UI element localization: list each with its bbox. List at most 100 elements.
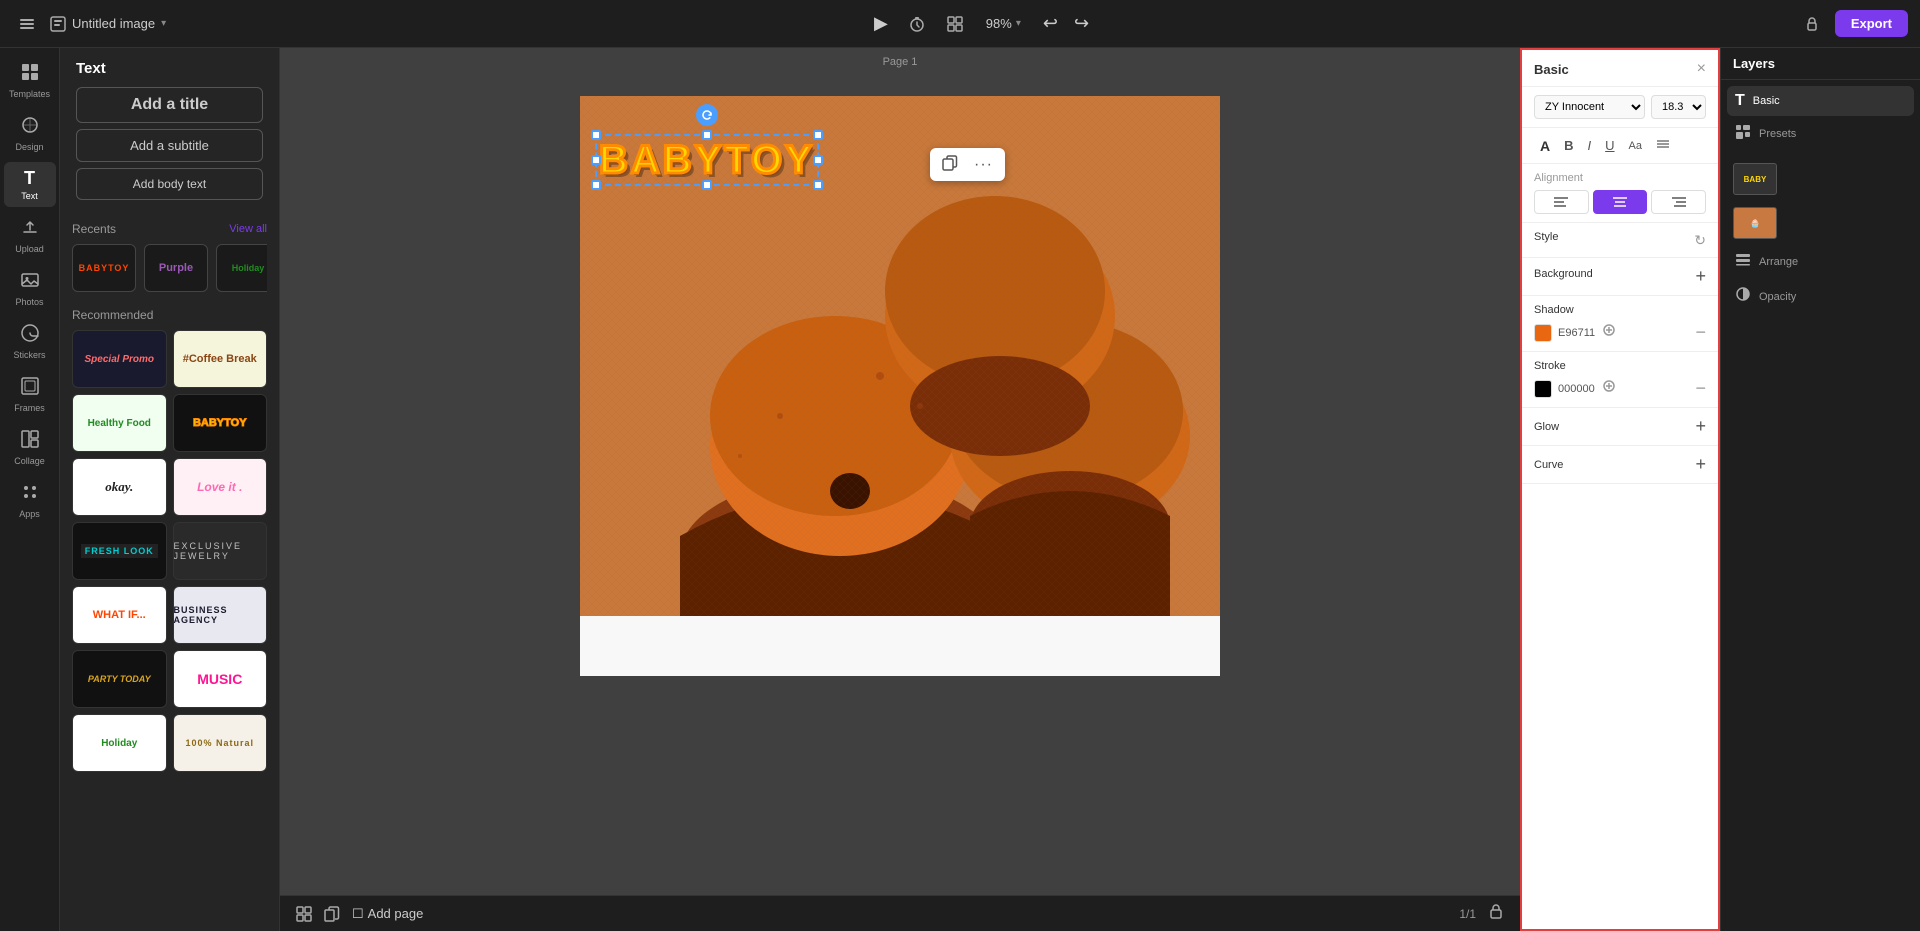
sidebar-item-frames[interactable]: Frames (4, 370, 56, 419)
handle-bottom-left[interactable] (591, 180, 601, 190)
text-element-babytoy[interactable]: BABYTOY (595, 134, 819, 186)
timer-button[interactable] (902, 11, 932, 37)
rec-item-business-agency[interactable]: BUSINESS AGENCY (173, 586, 268, 644)
align-center-button[interactable] (1593, 190, 1648, 214)
font-dropdown[interactable]: ZY Innocent (1534, 95, 1645, 119)
rec-item-music[interactable]: MUSIC (173, 650, 268, 708)
handle-left-mid[interactable] (591, 155, 601, 165)
lock-canvas-button[interactable] (1488, 903, 1504, 924)
layer-item-image[interactable]: 🧁 (1727, 203, 1914, 243)
recent-item-holiday[interactable]: Holiday (216, 244, 267, 292)
format-italic-button[interactable]: I (1582, 134, 1598, 157)
rec-item-holiday2[interactable]: Holiday (72, 714, 167, 772)
layers-tab-arrange[interactable]: Arrange (1727, 245, 1914, 278)
layer-item-text[interactable]: BABY (1727, 159, 1914, 199)
layers-tab-basic[interactable]: T Basic (1727, 86, 1914, 116)
rec-item-natural[interactable]: 100% Natural (173, 714, 268, 772)
rec-item-babytoy2[interactable]: BABYTOY (173, 394, 268, 452)
sidebar-item-design[interactable]: Design (4, 109, 56, 158)
recent-item-babytoy[interactable]: BABYTOY (72, 244, 136, 292)
curve-label: Curve (1534, 459, 1563, 471)
rec-item-what-if[interactable]: WHAT IF... (72, 586, 167, 644)
handle-top-mid[interactable] (702, 130, 712, 140)
apps-icon (20, 482, 40, 507)
duplicate-page-button[interactable] (324, 906, 340, 922)
rec-item-special-promo[interactable]: Special Promo (72, 330, 167, 388)
basic-panel-header: Basic × (1522, 50, 1718, 87)
font-size-dropdown[interactable]: 18.36 (1651, 95, 1706, 119)
background-add-button[interactable]: + (1695, 266, 1706, 287)
stroke-remove-button[interactable]: − (1695, 378, 1706, 399)
sidebar-item-upload[interactable]: Upload (4, 211, 56, 260)
rec-item-exclusive-jewelry[interactable]: Exclusive Jewelry (173, 522, 268, 580)
curve-add-button[interactable]: + (1695, 454, 1706, 475)
handle-top-left[interactable] (591, 130, 601, 140)
menu-button[interactable] (12, 11, 42, 37)
undo-button[interactable]: ↩ (1037, 9, 1064, 38)
more-options-button[interactable]: ··· (968, 152, 999, 177)
format-underline-button[interactable]: U (1599, 134, 1620, 157)
duplicate-element-button[interactable] (936, 152, 964, 177)
view-options-button[interactable] (940, 11, 970, 37)
format-color-button[interactable]: A (1534, 134, 1556, 157)
share-lock-button[interactable] (1797, 11, 1827, 37)
sidebar-item-text-label: Text (21, 191, 38, 201)
basic-tab-icon: T (1735, 92, 1745, 110)
format-bold-button[interactable]: B (1558, 134, 1579, 157)
rec-item-fresh-look[interactable]: FRESH LOOK (72, 522, 167, 580)
add-page-button[interactable]: ☐ Add page (352, 906, 423, 922)
basic-panel-close-button[interactable]: × (1697, 60, 1706, 78)
align-left-button[interactable] (1534, 190, 1589, 214)
rec-item-okay[interactable]: okay. (72, 458, 167, 516)
canvas-scroll[interactable]: ··· (280, 76, 1520, 895)
sidebar-item-templates[interactable]: Templates (4, 56, 56, 105)
align-right-button[interactable] (1651, 190, 1706, 214)
document-title-area[interactable]: Untitled image ▾ (50, 16, 166, 32)
add-body-button[interactable]: Add body text (76, 168, 263, 200)
recent-item-purple[interactable]: Purple (144, 244, 208, 292)
view-all-link[interactable]: View all (229, 223, 267, 235)
format-spacing-button[interactable] (1650, 134, 1676, 157)
layers-tab-opacity[interactable]: Opacity (1727, 280, 1914, 313)
sidebar-item-apps[interactable]: Apps (4, 476, 56, 525)
add-subtitle-button[interactable]: Add a subtitle (76, 129, 263, 162)
format-case-button[interactable]: Aa (1623, 134, 1648, 157)
handle-bottom-mid[interactable] (702, 180, 712, 190)
sidebar-item-stickers[interactable]: Stickers (4, 317, 56, 366)
style-refresh-button[interactable]: ↻ (1694, 232, 1706, 249)
canvas-page[interactable]: BABYTOY (580, 96, 1220, 676)
stroke-adjust-button[interactable] (1601, 378, 1617, 399)
rec-item-love-it[interactable]: Love it . (173, 458, 268, 516)
curve-section: Curve + (1522, 446, 1718, 484)
zoom-selector[interactable]: 98% ▾ (978, 12, 1029, 35)
add-title-button[interactable]: Add a title (76, 87, 263, 123)
collage-icon (20, 429, 40, 454)
templates-icon (20, 62, 40, 87)
canvas-options-button[interactable] (296, 906, 312, 922)
export-button[interactable]: Export (1835, 10, 1908, 37)
canvas-page-label: Page 1 (280, 48, 1520, 76)
redo-button[interactable]: ↪ (1068, 9, 1095, 38)
layers-title: Layers (1733, 56, 1775, 71)
stroke-color-swatch[interactable] (1534, 380, 1552, 398)
layers-tab-presets[interactable]: Presets (1727, 118, 1914, 149)
sidebar-item-photos[interactable]: Photos (4, 264, 56, 313)
rec-item-healthy-food[interactable]: Healthy Food (72, 394, 167, 452)
sidebar-item-templates-label: Templates (9, 89, 50, 99)
sidebar-item-collage[interactable]: Collage (4, 423, 56, 472)
shadow-adjust-button[interactable] (1601, 322, 1617, 343)
shadow-remove-button[interactable]: − (1695, 322, 1706, 343)
shadow-color-swatch[interactable] (1534, 324, 1552, 342)
rotate-handle[interactable] (696, 104, 718, 126)
basic-panel: Basic × ZY Innocent 18.36 A B I U Aa (1520, 48, 1720, 931)
handle-bottom-right[interactable] (813, 180, 823, 190)
play-button[interactable]: ▶ (868, 9, 894, 38)
sidebar-item-text[interactable]: T Text (4, 162, 56, 207)
canvas-bottom-right: 1/1 (1459, 903, 1504, 924)
handle-top-right[interactable] (813, 130, 823, 140)
rec-item-party-today[interactable]: PARTY TODAY (72, 650, 167, 708)
rec-item-coffee-break[interactable]: #Coffee Break (173, 330, 268, 388)
handle-right-mid[interactable] (813, 155, 823, 165)
sidebar-item-photos-label: Photos (15, 297, 43, 307)
glow-add-button[interactable]: + (1695, 416, 1706, 437)
